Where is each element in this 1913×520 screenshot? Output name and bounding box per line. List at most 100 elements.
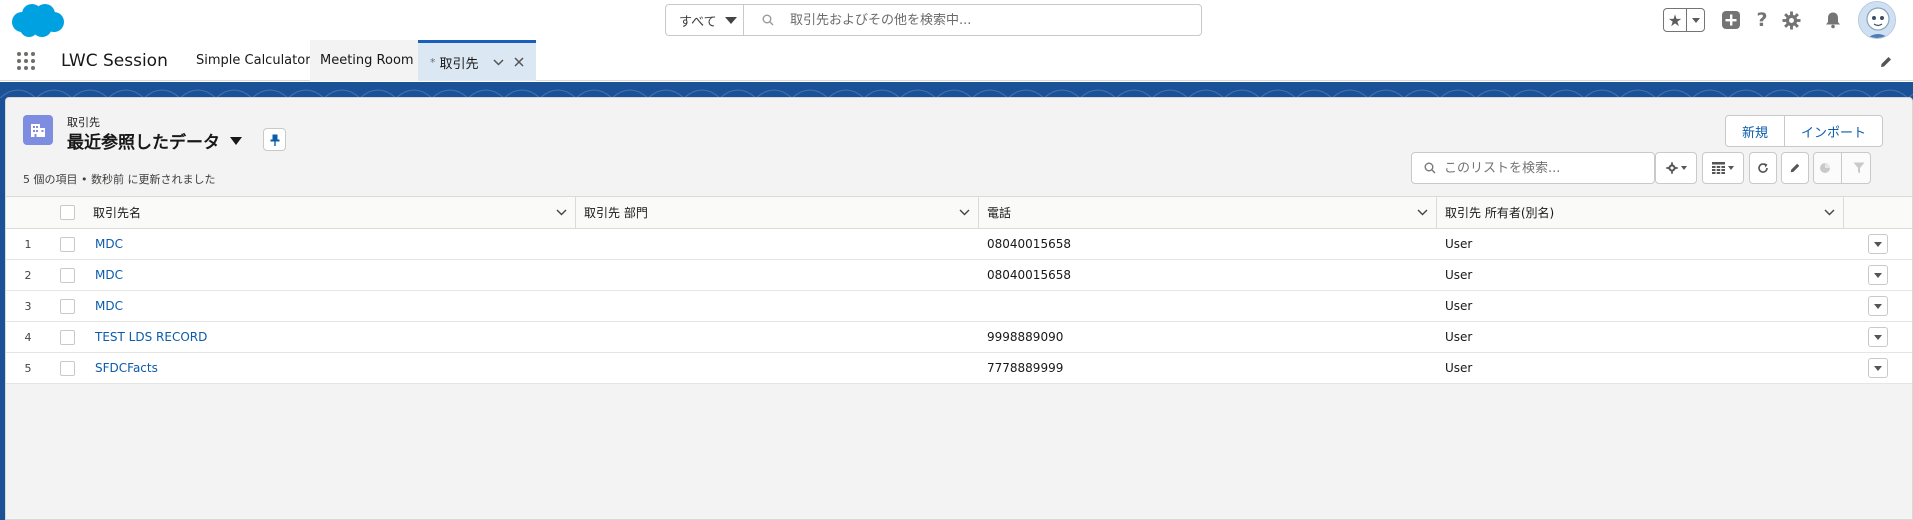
- search-icon: [1424, 162, 1436, 174]
- row-actions-button[interactable]: [1868, 358, 1888, 378]
- row-number-header: [6, 197, 50, 228]
- select-all-header: [50, 197, 85, 228]
- tab-accounts[interactable]: * 取引先: [418, 40, 536, 81]
- filter-icon[interactable]: [1853, 162, 1865, 174]
- charts-filter-group: [1813, 152, 1871, 184]
- table-row: 5 SFDCFacts 7778889999 User: [6, 353, 1912, 384]
- tab-label: Simple Calculator: [196, 53, 311, 68]
- division-cell: [576, 229, 979, 259]
- chevron-down-icon[interactable]: [959, 206, 970, 219]
- list-search-input[interactable]: [1444, 160, 1639, 176]
- account-name-link[interactable]: SFDCFacts: [95, 361, 158, 375]
- user-avatar[interactable]: [1858, 1, 1896, 39]
- close-icon[interactable]: [513, 53, 524, 71]
- tab-simple-calculator[interactable]: Simple Calculator: [186, 40, 321, 81]
- search-icon: [762, 14, 774, 26]
- row-actions-button[interactable]: [1868, 265, 1888, 285]
- edit-nav-pencil-icon[interactable]: [1879, 55, 1893, 69]
- chevron-down-icon[interactable]: [1417, 206, 1428, 219]
- account-name-link[interactable]: MDC: [95, 237, 123, 251]
- chevron-down-icon: [1874, 272, 1882, 278]
- select-all-checkbox[interactable]: [60, 205, 75, 220]
- tab-meeting-room[interactable]: Meeting Room: [310, 40, 424, 81]
- account-object-icon: [23, 115, 53, 145]
- column-header-owner[interactable]: 取引先 所有者(別名): [1437, 197, 1844, 228]
- display-as-button[interactable]: [1702, 152, 1744, 184]
- row-checkbox[interactable]: [60, 298, 75, 314]
- list-view-card: 取引先 最近参照したデータ 5 個の項目 • 数秒前 に更新されました 新規 イ…: [5, 97, 1913, 520]
- division-cell: [576, 353, 979, 383]
- global-search-input[interactable]: [790, 12, 1170, 28]
- list-view-controls-button[interactable]: [1655, 152, 1697, 184]
- division-cell: [576, 322, 979, 352]
- row-actions-button[interactable]: [1868, 327, 1888, 347]
- new-button[interactable]: 新規: [1726, 116, 1784, 146]
- row-actions-button[interactable]: [1868, 296, 1888, 316]
- inline-edit-button[interactable]: [1781, 152, 1809, 184]
- row-select: [50, 291, 85, 321]
- row-select: [50, 322, 85, 352]
- table-row: 4 TEST LDS RECORD 9998889090 User: [6, 322, 1912, 353]
- account-name-link[interactable]: MDC: [95, 299, 123, 313]
- refresh-icon: [1758, 163, 1768, 173]
- app-launcher-icon[interactable]: [17, 52, 37, 72]
- account-name-link[interactable]: MDC: [95, 268, 123, 282]
- favorites-button[interactable]: ★: [1663, 8, 1705, 32]
- global-actions-button[interactable]: [1720, 9, 1742, 31]
- chevron-down-icon[interactable]: [492, 55, 504, 69]
- column-header-phone[interactable]: 電話: [979, 197, 1437, 228]
- global-header: すべて ★ ?: [0, 0, 1913, 40]
- column-label: 取引先 部門: [584, 206, 648, 220]
- owner-cell: User: [1445, 361, 1473, 375]
- unsaved-marker: *: [430, 55, 436, 69]
- row-checkbox[interactable]: [60, 267, 75, 283]
- salesforce-cloud-logo[interactable]: [8, 2, 66, 40]
- import-button[interactable]: インポート: [1784, 116, 1882, 146]
- column-label: 電話: [987, 206, 1012, 220]
- search-scope-dropdown[interactable]: すべて: [666, 5, 744, 35]
- row-number: 5: [24, 361, 32, 375]
- chevron-down-icon: [1680, 166, 1687, 170]
- chevron-down-icon[interactable]: [1824, 206, 1835, 219]
- notification-bell-icon[interactable]: [1822, 9, 1844, 31]
- column-header-division[interactable]: 取引先 部門: [576, 197, 979, 228]
- chart-icon[interactable]: [1819, 162, 1831, 174]
- list-view-selector[interactable]: 最近参照したデータ: [67, 128, 242, 153]
- table-icon: [1712, 162, 1725, 174]
- tab-label: Meeting Room: [320, 53, 414, 68]
- row-actions-cell: [1844, 260, 1912, 290]
- row-actions-button[interactable]: [1868, 234, 1888, 254]
- row-number: 3: [24, 299, 32, 313]
- row-checkbox[interactable]: [60, 236, 75, 252]
- table-row: 3 MDC User: [6, 291, 1912, 322]
- row-number: 4: [24, 330, 32, 344]
- row-actions-cell: [1844, 229, 1912, 259]
- phone-cell: 08040015658: [987, 268, 1071, 282]
- row-actions-cell: [1844, 322, 1912, 352]
- account-name-link[interactable]: TEST LDS RECORD: [95, 330, 207, 344]
- records-table: 取引先名 取引先 部門 電話 取引先 所有者(別名) 1 MDC 0804001…: [6, 196, 1912, 384]
- favorites-star-icon[interactable]: ★: [1664, 9, 1687, 31]
- row-checkbox[interactable]: [60, 360, 75, 376]
- favorites-list-button[interactable]: [1687, 9, 1704, 31]
- chevron-down-icon[interactable]: [556, 206, 567, 219]
- list-view-title: 最近参照したデータ: [67, 133, 220, 153]
- refresh-button[interactable]: [1749, 152, 1777, 184]
- row-select: [50, 229, 85, 259]
- help-icon[interactable]: ?: [1751, 9, 1773, 31]
- row-checkbox[interactable]: [60, 329, 75, 345]
- account-name-cell: SFDCFacts: [85, 353, 576, 383]
- chevron-down-icon: [1874, 365, 1882, 371]
- row-number: 2: [24, 268, 32, 282]
- account-name-cell: MDC: [85, 229, 576, 259]
- app-navigation-bar: LWC Session Simple Calculator Meeting Ro…: [0, 40, 1913, 81]
- column-header-account-name[interactable]: 取引先名: [85, 197, 576, 228]
- chevron-down-icon: [230, 136, 242, 145]
- setup-gear-icon[interactable]: [1780, 9, 1802, 31]
- list-view-status: 5 個の項目 • 数秒前 に更新されました: [23, 173, 216, 186]
- row-select: [50, 353, 85, 383]
- owner-cell: User: [1445, 268, 1473, 282]
- account-name-cell: MDC: [85, 291, 576, 321]
- pin-list-button[interactable]: [263, 128, 286, 151]
- tab-label: 取引先: [439, 56, 479, 72]
